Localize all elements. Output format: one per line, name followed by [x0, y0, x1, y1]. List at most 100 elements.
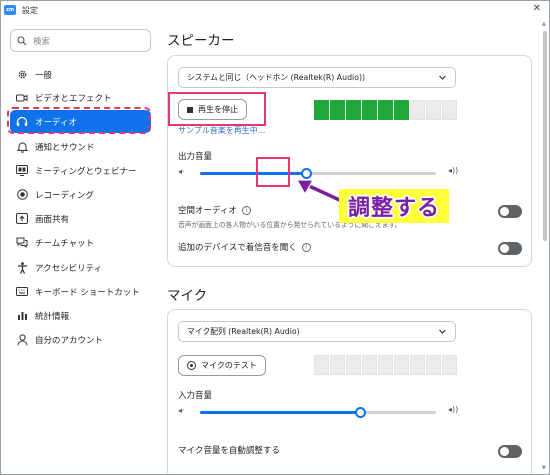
- level-segment: [330, 100, 345, 120]
- output-volume-label: 出力音量: [178, 152, 213, 162]
- sidebar-item-label: 一般: [35, 70, 53, 81]
- sidebar-item-screen-share[interactable]: 画面共有: [10, 207, 151, 230]
- mic-test-label: マイクのテスト: [201, 361, 257, 370]
- level-segment: [426, 355, 441, 375]
- sidebar-item-video[interactable]: ビデオとエフェクト: [10, 86, 151, 109]
- level-segment: [346, 355, 361, 375]
- adjust-callout: 調整する: [339, 189, 449, 223]
- volume-low-icon: ◂·: [178, 167, 185, 176]
- stats-icon: [16, 310, 28, 322]
- input-volume-label: 入力音量: [178, 391, 213, 401]
- sidebar-item-label: 通知とサウンド: [35, 142, 95, 153]
- speaker-device-value: システムと同じ（ヘッドホン (Realtek(R) Audio)): [187, 73, 366, 82]
- volume-low-icon: ◂·: [178, 406, 185, 415]
- sidebar-item-label: キーボード ショートカット: [35, 287, 140, 298]
- level-segment: [346, 100, 361, 120]
- slider-handle-highlight: [256, 157, 290, 187]
- level-segment: [442, 100, 457, 120]
- level-segment: [330, 355, 345, 375]
- share-screen-icon: [16, 213, 28, 225]
- mic-device-select[interactable]: マイク配列 (Realtek(R) Audio): [178, 321, 456, 342]
- level-segment: [314, 100, 329, 120]
- speaker-card: システムと同じ（ヘッドホン (Realtek(R) Audio)) 再生を停止 …: [167, 55, 532, 267]
- sidebar-item-label: チームチャット: [35, 238, 95, 249]
- video-icon: [16, 92, 28, 104]
- account-icon: [16, 333, 28, 346]
- speaker-level-meter: [314, 100, 458, 120]
- sidebar-item-account[interactable]: 自分のアカウント: [10, 328, 151, 351]
- audio-highlight-box: [7, 107, 151, 134]
- level-segment: [378, 355, 393, 375]
- level-segment: [442, 355, 457, 375]
- sidebar-item-label: レコーディング: [35, 190, 94, 201]
- info-icon[interactable]: i: [241, 206, 251, 215]
- auto-adjust-label: マイク音量を自動調整する: [178, 446, 280, 456]
- bell-icon: [16, 141, 28, 153]
- sidebar-item-team-chat[interactable]: チームチャット: [10, 231, 151, 254]
- level-segment: [410, 355, 425, 375]
- gear-icon: [16, 69, 28, 81]
- spatial-audio-toggle[interactable]: [498, 205, 522, 218]
- mic-section-title: マイク: [167, 288, 208, 304]
- keyboard-icon: [16, 286, 28, 298]
- level-segment: [394, 100, 409, 120]
- chevron-down-icon: [439, 329, 446, 334]
- sidebar-item-label: 画面共有: [35, 214, 70, 225]
- level-segment: [426, 100, 441, 120]
- sidebar-item-label: アクセシビリティ: [35, 263, 103, 274]
- sidebar-item-accessibility[interactable]: アクセシビリティ: [10, 256, 151, 279]
- mic-test-icon: [187, 361, 196, 370]
- level-segment: [362, 355, 377, 375]
- sidebar-item-recording[interactable]: レコーディング: [10, 183, 151, 206]
- info-icon[interactable]: i: [301, 243, 311, 252]
- sidebar-item-label: ミーティングとウェビナー: [35, 166, 137, 177]
- playing-status-text: サンプル音楽を再生中...: [178, 126, 266, 135]
- spatial-audio-label: 空間オーディオ i: [178, 204, 251, 216]
- search-input[interactable]: 検索: [10, 29, 151, 52]
- scrollbar-thumb[interactable]: [543, 31, 547, 241]
- level-segment: [362, 100, 377, 120]
- chevron-down-icon: [439, 75, 446, 80]
- input-volume-handle[interactable]: [354, 407, 366, 418]
- volume-high-icon: ◂)): [448, 405, 459, 414]
- level-segment: [314, 355, 329, 375]
- input-volume-slider[interactable]: [200, 407, 436, 418]
- level-segment: [410, 100, 425, 120]
- input-volume-fill: [200, 411, 361, 414]
- mic-level-meter: [314, 355, 458, 375]
- sidebar-item-keyboard-shortcuts[interactable]: キーボード ショートカット: [10, 280, 151, 303]
- mic-device-value: マイク配列 (Realtek(R) Audio): [187, 327, 300, 336]
- sidebar-item-notifications[interactable]: 通知とサウンド: [10, 135, 151, 158]
- sidebar-item-general[interactable]: 一般: [10, 63, 151, 86]
- accessibility-icon: [16, 261, 28, 274]
- scroll-up-icon[interactable]: ▲: [542, 21, 546, 27]
- meeting-icon: [16, 165, 28, 177]
- mic-test-button[interactable]: マイクのテスト: [178, 355, 266, 376]
- auto-adjust-toggle[interactable]: [498, 445, 522, 458]
- chat-icon: [16, 237, 28, 249]
- sidebar-item-statistics[interactable]: 統計情報: [10, 304, 151, 327]
- speaker-section-title: スピーカー: [167, 33, 235, 49]
- extra-device-ringtone-label: 追加のデバイスで着信音を聞く i: [178, 241, 311, 253]
- level-segment: [378, 100, 393, 120]
- title-bar: zm 設定 ✕: [1, 1, 549, 19]
- zoom-app-icon: zm: [4, 5, 16, 15]
- sidebar-item-label: ビデオとエフェクト: [35, 93, 112, 104]
- record-icon: [16, 189, 28, 201]
- sidebar-item-meetings[interactable]: ミーティングとウェビナー: [10, 159, 151, 182]
- sidebar: 検索 一般 ビデオとエフェクト オーディオ 通知とサウンド ミーティングとウェビ…: [1, 19, 161, 474]
- audio-settings-panel: スピーカー システムと同じ（ヘッドホン (Realtek(R) Audio)) …: [161, 19, 546, 474]
- search-placeholder: 検索: [33, 36, 51, 47]
- search-icon: [17, 35, 27, 45]
- settings-window: zm 設定 ✕ 検索 一般 ビデオとエフェクト オーディオ 通知とサウンド ミー…: [0, 0, 550, 475]
- close-icon[interactable]: ✕: [533, 3, 541, 14]
- scroll-down-icon[interactable]: ▼: [542, 465, 546, 471]
- window-title: 設定: [22, 5, 38, 15]
- speaker-device-select[interactable]: システムと同じ（ヘッドホン (Realtek(R) Audio)): [178, 67, 456, 88]
- level-segment: [394, 355, 409, 375]
- sidebar-item-label: 自分のアカウント: [35, 335, 104, 346]
- extra-device-ringtone-toggle[interactable]: [498, 242, 522, 255]
- volume-high-icon: ◂)): [448, 166, 459, 175]
- mic-card: マイク配列 (Realtek(R) Audio) マイクのテスト 入力音量 ◂·…: [167, 309, 532, 474]
- stop-button-highlight: [168, 92, 266, 126]
